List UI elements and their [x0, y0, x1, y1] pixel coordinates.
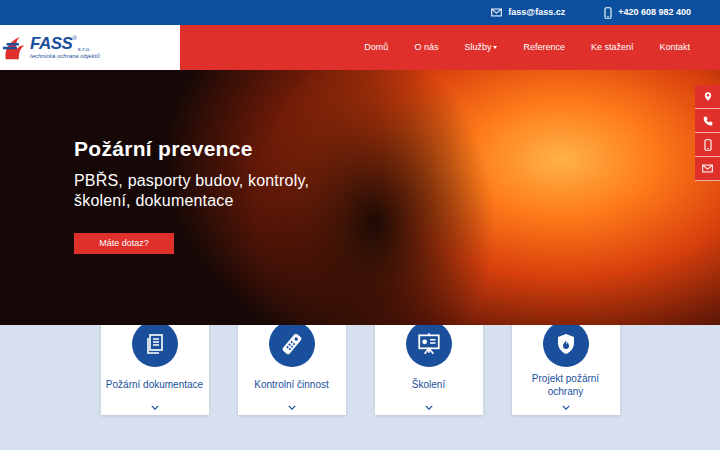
service-card[interactable]: Požární dokumentace	[101, 312, 209, 415]
hero-banner: Požární prevence PBŘS, pasporty budov, ko…	[0, 70, 720, 325]
services-row: Požární dokumentace Kontrolní činnost Škol…	[101, 312, 620, 415]
service-label-area: Požární dokumentace	[105, 367, 205, 404]
service-label[interactable]: Školení	[412, 379, 445, 392]
chevron-down-icon	[150, 404, 160, 410]
side-email-button[interactable]	[695, 157, 720, 181]
email-link[interactable]: fass@fass.cz	[490, 6, 565, 20]
chevron-down-icon	[561, 404, 571, 410]
logo[interactable]: FASS®s.r.o.technická ochrana objektů	[0, 25, 180, 70]
nav-item[interactable]: Domů	[364, 41, 388, 55]
chevron-down-icon	[424, 404, 434, 410]
service-label-area: Projekt požární ochrany	[516, 367, 616, 404]
service-label[interactable]: Projekt požární ochrany	[516, 373, 616, 398]
service-label-area: Školení	[379, 367, 479, 404]
nav-item[interactable]: Reference	[523, 41, 565, 55]
mobile-phone-icon	[702, 139, 714, 151]
service-label[interactable]: Požární dokumentace	[106, 379, 203, 392]
service-icon-circle	[543, 321, 589, 367]
nav-label[interactable]: Reference	[523, 41, 565, 55]
service-icon-circle	[132, 321, 178, 367]
question-button[interactable]: Máte dotaz?	[74, 233, 174, 254]
mobile-phone-icon	[603, 7, 612, 19]
fire-shield-icon	[553, 331, 579, 357]
hero-subtitle: PBŘS, pasporty budov, kontroly, školení,…	[74, 171, 319, 211]
map-pin-icon	[702, 91, 714, 103]
service-card[interactable]: Kontrolní činnost	[238, 312, 346, 415]
dropdown-caret-icon[interactable]	[493, 46, 497, 49]
hero-title: Požární prevence	[74, 136, 720, 161]
service-icon-circle	[406, 321, 452, 367]
side-mobile-button[interactable]	[695, 133, 720, 157]
chevron-down-icon	[287, 404, 297, 410]
envelope-icon	[702, 163, 714, 175]
flame-logo-icon	[2, 33, 30, 63]
envelope-icon	[490, 8, 502, 18]
side-location-button[interactable]	[695, 85, 720, 109]
phone-link[interactable]: +420 608 982 400	[603, 6, 691, 20]
logo-name: FASS	[30, 35, 72, 52]
logo-tagline: technická ochrana objektů	[30, 53, 100, 60]
nav-label[interactable]: Ke stažení	[591, 41, 634, 55]
logo-name-row: FASS®s.r.o.	[30, 35, 100, 52]
header: FASS®s.r.o.technická ochrana objektů Domů…	[0, 25, 720, 70]
logo-text: FASS®s.r.o.technická ochrana objektů	[30, 35, 100, 60]
service-label[interactable]: Kontrolní činnost	[254, 379, 329, 392]
nav-label[interactable]: Domů	[364, 41, 388, 55]
phone-icon	[702, 115, 714, 127]
nav-item[interactable]: Služby	[464, 41, 497, 55]
service-card[interactable]: Projekt požární ochrany	[512, 312, 620, 415]
nav-label[interactable]: Kontakt	[659, 41, 690, 55]
logo-registered: ®	[72, 35, 76, 41]
nav-label[interactable]: O nás	[414, 41, 438, 55]
service-label-area: Kontrolní činnost	[242, 367, 342, 404]
nav-item[interactable]: O nás	[414, 41, 438, 55]
documents-icon	[142, 331, 168, 357]
main-nav: Domů O nás Služby Reference Ke stažení Kontak…	[180, 25, 720, 70]
side-phone-button[interactable]	[695, 109, 720, 133]
remote-control-icon	[279, 331, 305, 357]
service-icon-circle	[269, 321, 315, 367]
top-bar: fass@fass.cz +420 608 982 400	[0, 0, 720, 25]
phone-text[interactable]: +420 608 982 400	[618, 6, 691, 20]
nav-item[interactable]: Ke stažení	[591, 41, 634, 55]
presentation-board-icon	[416, 331, 442, 357]
nav-item[interactable]: Kontakt	[659, 41, 690, 55]
service-card[interactable]: Školení	[375, 312, 483, 415]
email-text[interactable]: fass@fass.cz	[508, 6, 565, 20]
services-section: Požární dokumentace Kontrolní činnost Škol…	[0, 325, 720, 415]
nav-label[interactable]: Služby	[464, 41, 491, 55]
logo-suffix: s.r.o.	[78, 46, 91, 52]
side-contact-bar	[695, 85, 720, 181]
